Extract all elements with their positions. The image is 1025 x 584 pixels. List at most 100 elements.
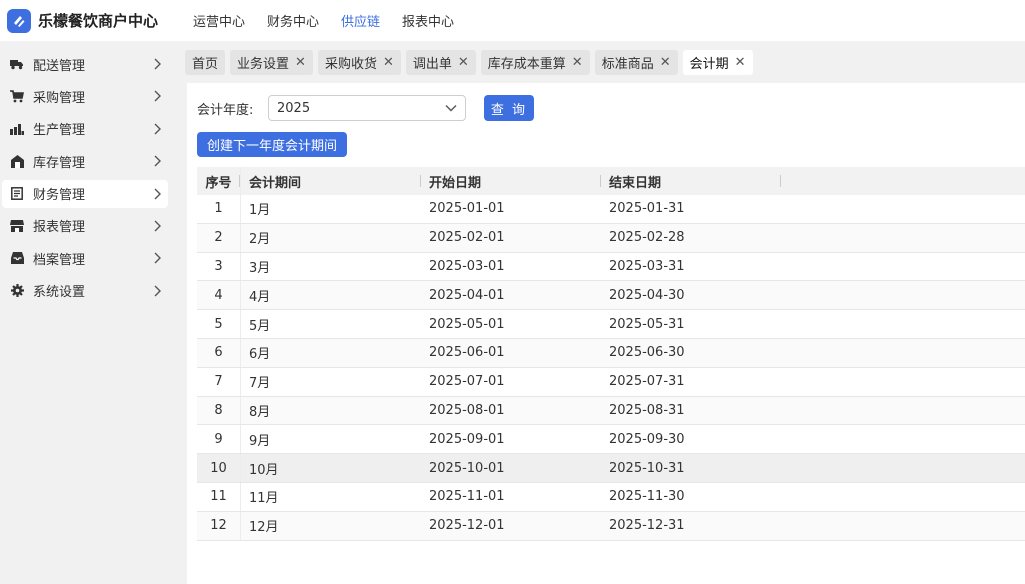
close-icon[interactable]: ✕ [572,56,583,69]
topnav-operations[interactable]: 运营中心 [193,11,245,30]
cell-start-date: 2025-09-01 [429,431,505,447]
cell-index: 9 [197,425,241,454]
table-row[interactable]: 3 3月 2025-03-01 2025-03-31 [197,252,1025,282]
cell-start-date: 2025-12-01 [429,518,505,534]
cell-index: 7 [197,367,241,396]
cell-end-date: 2025-02-28 [609,230,685,246]
table-row[interactable]: 7 7月 2025-07-01 2025-07-31 [197,367,1025,397]
table-row[interactable]: 9 9月 2025-09-01 2025-09-30 [197,425,1025,455]
column-header-index[interactable]: 序号 [197,167,241,195]
cell-spacer [781,253,1025,281]
table-row[interactable]: 4 4月 2025-04-01 2025-04-30 [197,281,1025,311]
sidebar-item-archive[interactable]: 档案管理 [2,244,168,272]
cell-end-date: 2025-06-30 [609,345,685,361]
chevron-right-icon [150,57,164,71]
cell-index: 11 [197,482,241,511]
gear-icon [10,284,24,298]
cell-period: 2月 [249,232,271,248]
table-row[interactable]: 12 12月 2025-12-01 2025-12-31 [197,511,1025,541]
sidebar-item-production[interactable]: 生产管理 [2,115,168,143]
cell-spacer [781,512,1025,540]
cell-index: 5 [197,310,241,338]
tab-label: 采购收货 [324,57,377,72]
cell-period: 5月 [249,318,271,334]
tab-label: 首页 [192,57,219,72]
cell-start-date: 2025-05-01 [429,316,505,332]
cell-start-date: 2025-03-01 [429,258,505,274]
query-button[interactable]: 查 询 [484,95,534,121]
logo-icon [7,8,31,33]
table-row[interactable]: 10 10月 2025-10-01 2025-10-31 [197,454,1025,483]
table-row[interactable]: 8 8月 2025-08-01 2025-08-31 [197,396,1025,426]
chevron-right-icon [150,122,164,136]
column-header-start-date[interactable]: 开始日期 [421,167,601,195]
cell-spacer [781,397,1025,425]
close-icon[interactable]: ✕ [295,56,306,69]
main-panel: 会计年度: 2025 查 询 创建下一年度会计期间 序号 会计期间 开始日期 结… [187,83,1025,584]
cell-spacer [781,224,1025,252]
topnav-supply-chain[interactable]: 供应链 [341,11,380,30]
cell-period: 1月 [249,203,271,219]
cell-start-date: 2025-11-01 [429,489,505,505]
sidebar-item-finance[interactable]: 财务管理 [2,179,168,208]
table-row[interactable]: 11 11月 2025-11-01 2025-11-30 [197,482,1025,512]
cell-end-date: 2025-03-31 [609,258,685,274]
tab-transfer-out[interactable]: 调出单 ✕ [405,50,476,75]
archive-icon [10,251,24,265]
cell-index: 10 [197,454,241,482]
cell-period: 8月 [249,404,271,420]
close-icon[interactable]: ✕ [458,56,469,69]
cell-spacer [781,368,1025,396]
tab-label: 标准商品 [601,57,654,72]
cart-icon [10,89,24,103]
cell-spacer [781,281,1025,309]
create-next-year-button[interactable]: 创建下一年度会计期间 [197,132,348,157]
year-label: 会计年度: [197,102,254,118]
table-row[interactable]: 2 2月 2025-02-01 2025-02-28 [197,223,1025,253]
close-icon[interactable]: ✕ [383,56,394,69]
column-header-end-date[interactable]: 结束日期 [601,167,781,195]
chevron-right-icon [150,89,164,103]
tab-cost-recalc[interactable]: 库存成本重算 ✕ [480,50,590,75]
column-header-period[interactable]: 会计期间 [241,167,421,195]
cell-index: 6 [197,338,241,367]
ledger-icon [10,187,24,201]
sidebar-item-distribution[interactable]: 配送管理 [2,50,168,78]
tab-accounting-period[interactable]: 会计期 ✕ [682,50,753,75]
sidebar-item-settings[interactable]: 系统设置 [2,277,168,305]
column-header-spacer [781,167,1025,195]
table-row[interactable]: 6 6月 2025-06-01 2025-06-30 [197,338,1025,368]
tab-home[interactable]: 首页 [185,50,226,75]
sidebar-item-label: 配送管理 [33,58,86,74]
cell-end-date: 2025-08-31 [609,402,685,418]
tab-standard-goods[interactable]: 标准商品 ✕ [594,50,678,75]
cell-start-date: 2025-02-01 [429,230,505,246]
sidebar-item-inventory[interactable]: 库存管理 [2,147,168,175]
truck-icon [10,57,24,71]
tab-bar: 首页 业务设置 ✕ 采购收货 ✕ 调出单 ✕ 库存成本重算 ✕ 标准商品 ✕ 会… [185,50,758,75]
tab-business-settings[interactable]: 业务设置 ✕ [230,50,313,75]
warehouse-icon [10,154,24,168]
topnav-reports[interactable]: 报表中心 [402,11,454,30]
cell-end-date: 2025-04-30 [609,287,685,303]
cell-spacer [781,339,1025,367]
filter-bar: 会计年度: 2025 查 询 [197,95,534,121]
tab-purchase-receipt[interactable]: 采购收货 ✕ [317,50,401,75]
cell-index: 1 [197,195,241,223]
cell-end-date: 2025-05-31 [609,316,685,332]
cell-index: 8 [197,396,241,425]
cell-end-date: 2025-12-31 [609,518,685,534]
cell-spacer [781,310,1025,338]
close-icon[interactable]: ✕ [735,56,746,69]
sidebar-item-purchase[interactable]: 采购管理 [2,82,168,110]
table-row[interactable]: 1 1月 2025-01-01 2025-01-31 [197,195,1025,224]
tab-label: 库存成本重算 [487,57,566,72]
cell-spacer [781,425,1025,453]
table-row[interactable]: 5 5月 2025-05-01 2025-05-31 [197,310,1025,339]
close-icon[interactable]: ✕ [660,56,671,69]
year-select[interactable]: 2025 [268,95,466,121]
topnav-finance[interactable]: 财务中心 [267,11,319,30]
sidebar-item-reports[interactable]: 报表管理 [2,212,168,240]
cell-end-date: 2025-01-31 [609,201,685,217]
app-logo[interactable]: 乐檬餐饮商户中心 [0,8,175,33]
